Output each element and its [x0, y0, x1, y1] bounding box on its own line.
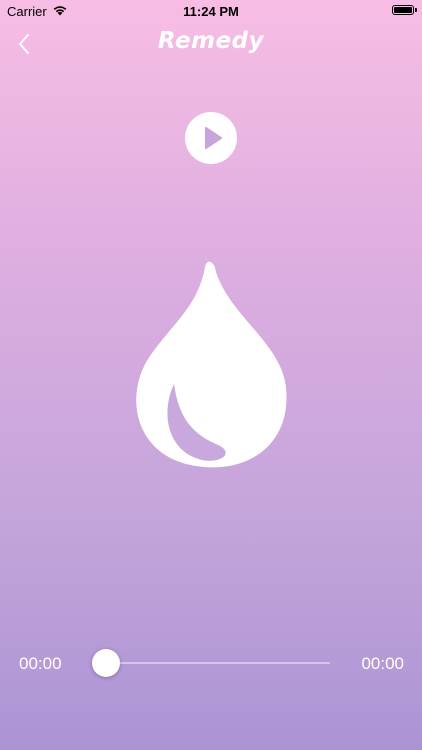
- progress-slider[interactable]: [92, 648, 330, 678]
- page-title: Remedy: [157, 28, 265, 54]
- battery-nub: [415, 8, 417, 12]
- battery-icon: [392, 5, 417, 15]
- battery-level-fill: [394, 7, 412, 13]
- slider-track: [102, 662, 330, 664]
- slider-thumb[interactable]: [92, 649, 120, 677]
- status-time: 11:24 PM: [183, 4, 239, 19]
- play-icon: [205, 127, 222, 149]
- player-screen: Carrier 11:24 PM Remedy 00:00 00:00: [0, 0, 422, 750]
- water-drop-icon: [136, 261, 287, 468]
- status-bar: Carrier 11:24 PM: [0, 0, 422, 22]
- play-button[interactable]: [185, 112, 237, 164]
- current-time: 00:00: [19, 654, 62, 673]
- total-time: 00:00: [361, 654, 404, 673]
